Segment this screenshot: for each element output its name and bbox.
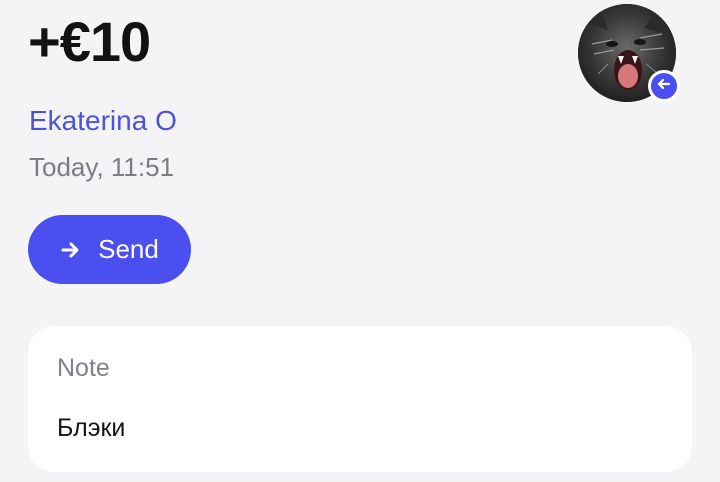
arrow-left-icon bbox=[656, 76, 672, 97]
transaction-amount: +€10 bbox=[28, 10, 151, 73]
counterparty-name[interactable]: Ekaterina O bbox=[29, 104, 177, 138]
avatar-container[interactable] bbox=[578, 4, 680, 102]
transaction-timestamp: Today, 11:51 bbox=[29, 152, 175, 182]
incoming-transfer-badge bbox=[648, 70, 680, 102]
note-card[interactable]: Note Блэки bbox=[28, 326, 692, 472]
transaction-detail-screen: +€10 Ekaterina O Today, 11:51 Send Note … bbox=[0, 0, 720, 482]
note-label: Note bbox=[57, 354, 110, 382]
send-button[interactable]: Send bbox=[28, 215, 191, 284]
arrow-right-icon bbox=[60, 239, 82, 261]
note-text[interactable]: Блэки bbox=[57, 414, 125, 443]
send-button-label: Send bbox=[98, 234, 159, 264]
